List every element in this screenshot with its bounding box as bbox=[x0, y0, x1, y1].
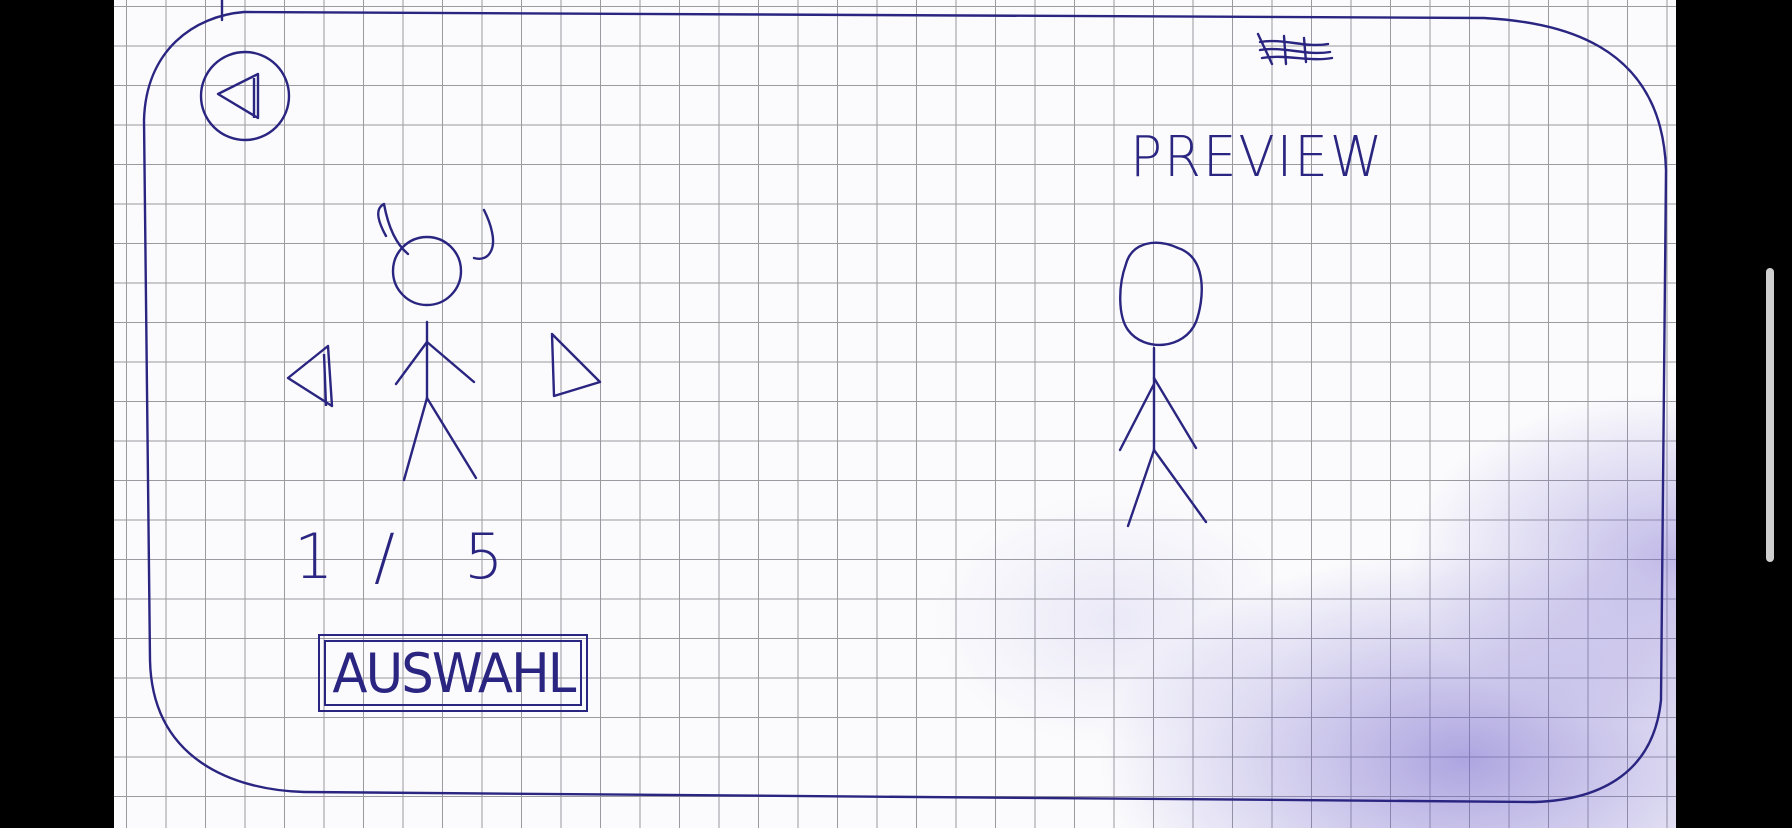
back-button[interactable] bbox=[198, 44, 292, 148]
character-preview-figure bbox=[1118, 241, 1208, 528]
counter-current: 1 bbox=[294, 520, 334, 593]
left-arrow-icon bbox=[286, 344, 334, 408]
character-counter: 1 / 5 bbox=[294, 520, 594, 593]
scrollbar[interactable] bbox=[1766, 268, 1774, 562]
sketch-paper: PREVIEW 1 / 5 AUSWAHL bbox=[114, 0, 1676, 828]
previous-character-button[interactable] bbox=[282, 336, 340, 416]
next-character-button[interactable] bbox=[542, 326, 608, 406]
select-button-label: AUSWAHL bbox=[331, 641, 576, 705]
back-triangle-icon bbox=[199, 50, 291, 142]
counter-total: 5 bbox=[464, 520, 504, 593]
scribble-mark bbox=[1256, 32, 1334, 66]
select-character-button[interactable]: AUSWAHL bbox=[318, 634, 588, 712]
right-arrow-icon bbox=[550, 332, 602, 398]
counter-separator: / bbox=[374, 520, 395, 593]
character-horned-figure bbox=[377, 202, 495, 482]
preview-label: PREVIEW bbox=[1130, 125, 1385, 190]
horn-right bbox=[472, 208, 495, 260]
